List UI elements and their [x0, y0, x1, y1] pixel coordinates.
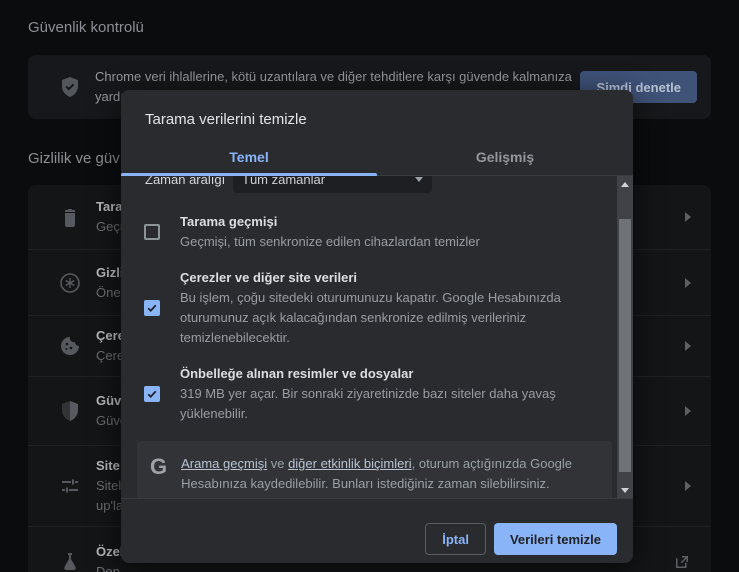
- dialog-scrollbar[interactable]: [617, 176, 633, 498]
- checkmark-icon: [144, 386, 160, 402]
- browsing-history-checkbox[interactable]: [144, 224, 160, 240]
- dialog-tabs: Temel Gelişmiş: [121, 141, 633, 176]
- scroll-up-button[interactable]: [617, 176, 633, 193]
- cached-files-checkbox[interactable]: [144, 386, 160, 402]
- time-range-value: Tüm zamanlar: [242, 176, 326, 187]
- item-title: Tarama geçmişi: [180, 214, 278, 229]
- chevron-right-icon: [685, 341, 691, 351]
- cookies-checkbox[interactable]: [144, 300, 160, 316]
- site-settings-icon: [58, 474, 82, 498]
- tab-basic[interactable]: Temel: [121, 141, 377, 176]
- scrollbar-thumb[interactable]: [619, 219, 631, 472]
- trash-icon: [58, 205, 82, 229]
- checkmark-icon: [144, 300, 160, 316]
- cancel-button[interactable]: İptal: [425, 523, 486, 555]
- external-link-icon: [673, 553, 691, 571]
- google-account-note: G Arama geçmişi ve diğer etkinlik biçiml…: [137, 441, 612, 498]
- item-description: Geçmişi, tüm senkronize edilen cihazlard…: [180, 234, 480, 249]
- privacy-guide-icon: [58, 271, 82, 295]
- chevron-right-icon: [685, 277, 691, 288]
- privacy-security-heading: Gizlilik ve güv: [28, 150, 120, 167]
- clear-browsing-data-dialog: Tarama verilerini temizle Temel Gelişmiş…: [121, 90, 633, 563]
- cached-files-row: Önbelleğe alınan resimler ve dosyalar 31…: [121, 356, 617, 432]
- chevron-down-icon: [415, 176, 423, 182]
- security-check-heading: Güvenlik kontrolü: [28, 19, 144, 36]
- list-item-subtitle: Den: [96, 564, 120, 572]
- google-logo-icon: G: [150, 454, 168, 479]
- list-item-title: Özel: [96, 544, 124, 559]
- dialog-scroll-area: Zaman aralığı Tüm zamanlar Tarama geçmiş…: [121, 176, 633, 499]
- item-description: 319 MB yer açar. Bir sonraki ziyaretiniz…: [180, 386, 556, 421]
- chevron-right-icon: [685, 212, 691, 222]
- time-range-select[interactable]: Tüm zamanlar: [233, 176, 432, 193]
- flask-icon: [58, 550, 82, 572]
- chrome-settings-page: Güvenlik kontrolü Chrome veri ihlallerin…: [0, 0, 739, 572]
- cookies-row: Çerezler ve diğer site verileri Bu işlem…: [121, 260, 617, 356]
- item-title: Çerezler ve diğer site verileri: [180, 270, 358, 285]
- shield-check-icon: [58, 75, 82, 99]
- item-description: Bu işlem, çoğu sitedeki oturumunuzu kapa…: [180, 290, 561, 345]
- dialog-footer: İptal Verileri temizle: [121, 499, 633, 555]
- item-title: Önbelleğe alınan resimler ve dosyalar: [180, 366, 414, 381]
- time-range-label: Zaman aralığı: [145, 176, 226, 187]
- dialog-title: Tarama verilerini temizle: [145, 111, 307, 128]
- cookie-icon: [58, 334, 82, 358]
- other-activity-link[interactable]: diğer etkinlik biçimleri: [288, 456, 412, 471]
- note-text: ve: [267, 456, 289, 471]
- search-history-link[interactable]: Arama geçmişi: [181, 456, 267, 471]
- scroll-down-button[interactable]: [617, 482, 633, 498]
- triangle-down-icon: [621, 488, 629, 493]
- chevron-right-icon: [685, 481, 691, 491]
- time-range-row: Zaman aralığı Tüm zamanlar: [121, 176, 617, 194]
- tab-advanced[interactable]: Gelişmiş: [377, 141, 633, 175]
- clear-data-button[interactable]: Verileri temizle: [493, 523, 617, 555]
- chevron-right-icon: [685, 406, 691, 416]
- triangle-up-icon: [621, 182, 629, 187]
- security-shield-icon: [58, 399, 82, 423]
- browsing-history-row: Tarama geçmişi Geçmişi, tüm senkronize e…: [121, 204, 617, 260]
